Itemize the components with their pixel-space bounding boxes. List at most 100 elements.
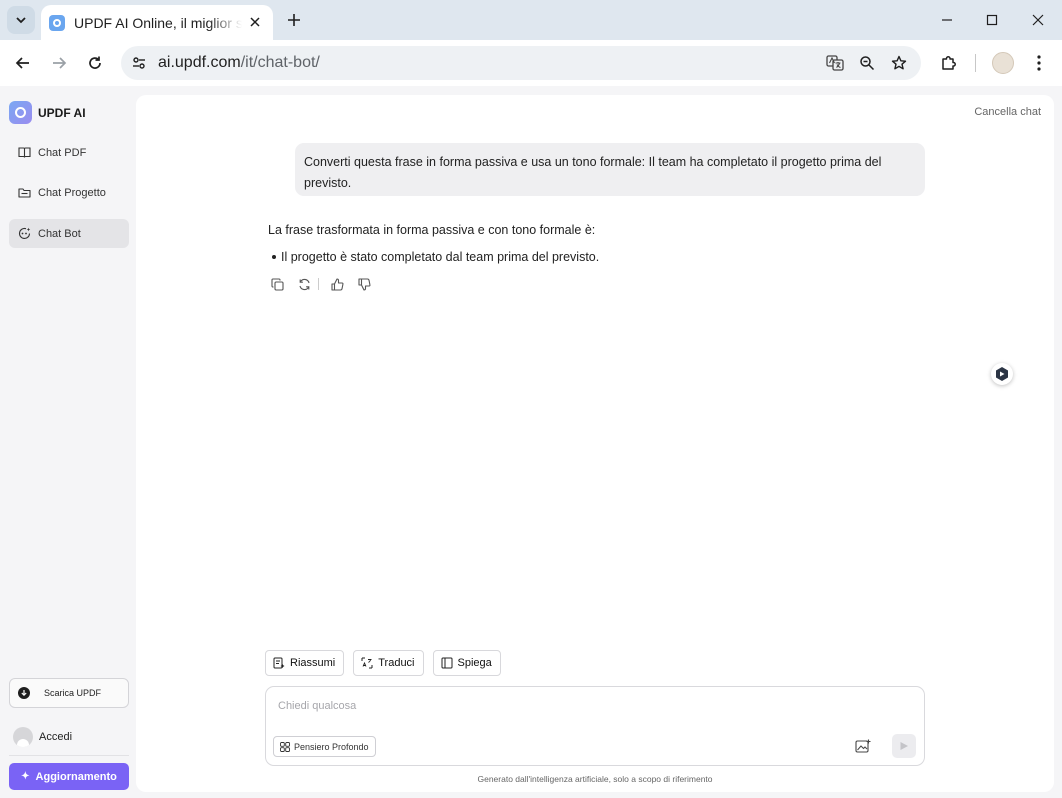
toolbar-divider: [975, 54, 976, 72]
dislike-button[interactable]: [356, 276, 372, 292]
quick-action-label: Traduci: [378, 657, 415, 669]
bookmark-button[interactable]: [889, 53, 909, 73]
user-message-bubble: Converti questa frase in forma passiva e…: [295, 143, 925, 196]
folder-icon: [17, 186, 31, 200]
floating-assistant-button[interactable]: [991, 363, 1013, 385]
address-bar[interactable]: ai.updf.com/it/chat-bot/: [121, 46, 921, 80]
translate-icon: [361, 657, 373, 669]
send-icon: [900, 742, 908, 750]
like-button[interactable]: [329, 276, 345, 292]
minimize-icon: [942, 19, 952, 21]
bot-icon: [17, 227, 31, 241]
profile-avatar[interactable]: [992, 52, 1014, 74]
sidebar-item-chat-bot[interactable]: Chat Bot: [9, 219, 129, 248]
brand: UPDF AI: [9, 101, 86, 124]
deep-thinking-toggle[interactable]: Pensiero Profondo: [273, 736, 376, 757]
browser-tab-active[interactable]: UPDF AI Online, il miglior strumento di …: [41, 5, 273, 40]
tab-search-button[interactable]: [7, 6, 35, 34]
sidebar: UPDF AI Chat PDF Chat Progetto Chat Bot …: [0, 86, 136, 798]
quick-action-label: Spiega: [457, 657, 492, 669]
translate-page-button[interactable]: [825, 53, 845, 73]
assistant-answer-intro: La frase trasformata in forma passiva e …: [268, 223, 596, 237]
clear-chat-button[interactable]: Cancella chat: [974, 106, 1041, 118]
quick-action-label: Riassumi: [290, 657, 336, 669]
puzzle-icon: [942, 56, 956, 70]
summarize-button[interactable]: Riassumi: [265, 650, 345, 676]
copy-icon: [270, 277, 284, 291]
chevron-down-icon: [16, 17, 26, 24]
explain-button[interactable]: Spiega: [432, 650, 501, 676]
minimize-button[interactable]: [937, 10, 957, 30]
browser-tabstrip: UPDF AI Online, il miglior strumento di …: [0, 0, 1062, 40]
site-info-button[interactable]: [129, 53, 149, 73]
translate-button[interactable]: Traduci: [353, 650, 424, 676]
tune-icon: [133, 57, 145, 69]
zoom-out-icon: [860, 56, 875, 71]
url-path: /it/chat-bot/: [240, 54, 320, 71]
maximize-icon: [986, 14, 998, 26]
sidebar-item-chat-progetto[interactable]: Chat Progetto: [9, 178, 129, 207]
more-vertical-icon: [1037, 55, 1041, 71]
url-text: ai.updf.com/it/chat-bot/: [158, 54, 320, 72]
sidebar-item-chat-pdf[interactable]: Chat PDF: [9, 138, 129, 167]
summary-icon: [273, 657, 285, 669]
google-translate-icon: [826, 55, 844, 71]
download-updf-button[interactable]: Scarica UPDF: [9, 678, 129, 708]
thumbs-down-icon: [357, 277, 371, 291]
tab-close-button[interactable]: [247, 14, 263, 30]
sidebar-item-label: Chat PDF: [38, 146, 87, 159]
regenerate-button[interactable]: [296, 276, 312, 292]
brand-name: UPDF AI: [38, 105, 86, 120]
reload-button[interactable]: [84, 52, 106, 74]
ai-disclaimer: Generato dall'intelligenza artificiale, …: [477, 774, 713, 784]
page: UPDF AI Chat PDF Chat Progetto Chat Bot …: [0, 86, 1062, 798]
updf-logo-icon: [9, 101, 32, 124]
star-icon: [891, 55, 907, 70]
forward-button[interactable]: [48, 52, 70, 74]
refresh-icon: [298, 278, 310, 290]
copy-button[interactable]: [269, 276, 285, 292]
book-icon: [17, 146, 31, 160]
upgrade-label: Aggiornamento: [35, 770, 117, 783]
close-icon: [1032, 14, 1044, 26]
sparkle-icon: ✦: [21, 771, 30, 782]
user-avatar-icon: [13, 727, 33, 747]
chat-input[interactable]: [278, 697, 838, 715]
maximize-button[interactable]: [982, 10, 1002, 30]
back-button[interactable]: [12, 52, 34, 74]
download-icon: [18, 687, 30, 699]
close-icon: [250, 17, 260, 27]
login-button[interactable]: Accedi: [13, 727, 72, 747]
sidebar-divider: [9, 755, 129, 756]
image-upload-button[interactable]: [854, 737, 872, 755]
new-tab-button[interactable]: [284, 10, 304, 30]
tab-title: UPDF AI Online, il miglior strumento di …: [74, 14, 242, 31]
arrow-left-icon: [15, 57, 29, 69]
chat-composer: Pensiero Profondo: [265, 686, 925, 766]
extensions-button[interactable]: [938, 52, 960, 74]
sidebar-item-label: Chat Progetto: [38, 186, 106, 199]
thumbs-up-icon: [330, 277, 344, 291]
deep-thinking-label: Pensiero Profondo: [294, 741, 369, 752]
zoom-button[interactable]: [857, 53, 877, 73]
browser-menu-button[interactable]: [1028, 52, 1050, 74]
book-open-icon: [441, 657, 453, 669]
url-host: ai.updf.com: [158, 54, 241, 71]
message-actions: [269, 276, 383, 292]
quick-actions: Riassumi Traduci Spiega: [265, 650, 510, 676]
upgrade-button[interactable]: ✦ Aggiornamento: [9, 763, 129, 790]
image-add-icon: [855, 739, 871, 753]
sidebar-item-label: Chat Bot: [38, 227, 81, 240]
atom-icon: [280, 741, 290, 752]
chat-panel: Cancella chat Converti questa frase in f…: [136, 95, 1054, 792]
arrow-right-icon: [53, 57, 67, 69]
reload-icon: [89, 56, 101, 69]
download-label: Scarica UPDF: [44, 688, 102, 698]
assistant-answer-bullet: Il progetto è stato completato dal team …: [272, 250, 599, 264]
actions-divider: [318, 278, 319, 290]
send-button[interactable]: [892, 734, 916, 758]
browser-toolbar: ai.updf.com/it/chat-bot/: [0, 40, 1062, 86]
plus-icon: [288, 14, 300, 26]
login-label: Accedi: [39, 731, 73, 743]
close-window-button[interactable]: [1028, 10, 1048, 30]
